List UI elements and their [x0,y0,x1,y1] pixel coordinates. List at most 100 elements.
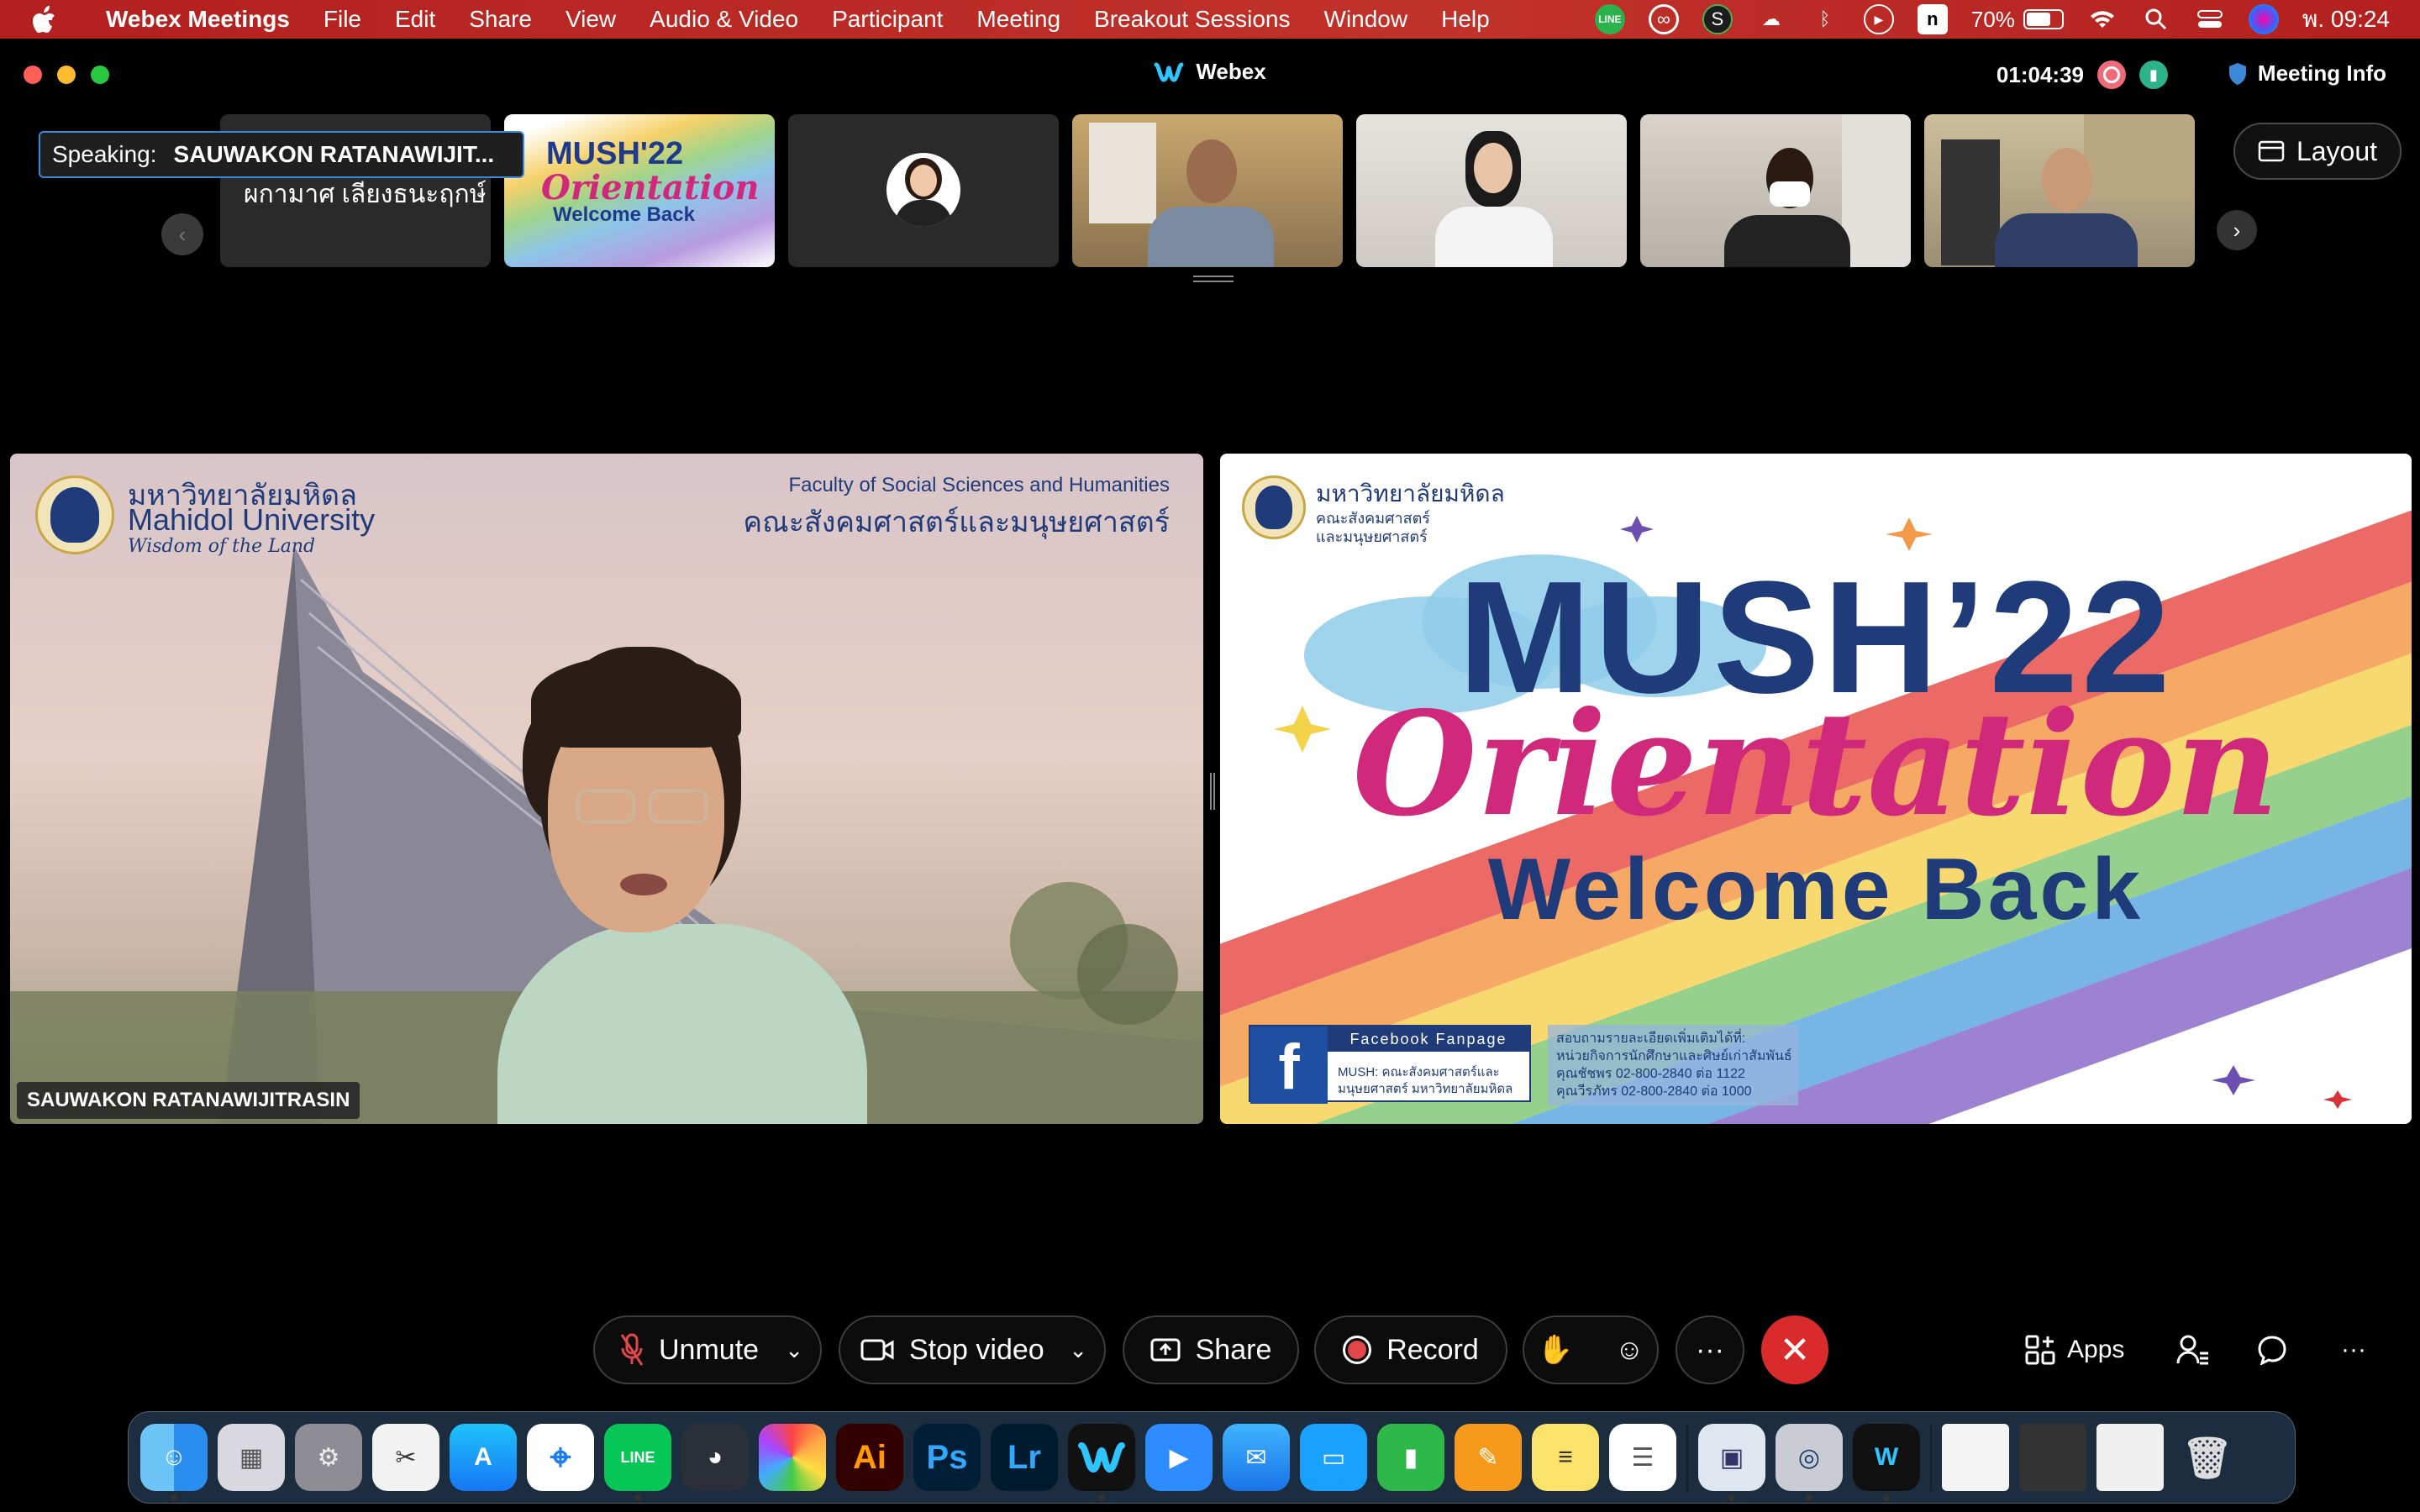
unmute-button[interactable]: Unmute ⌄ [593,1315,822,1384]
macos-dock: ☺ ▦ ⚙ ✂ A ⌖ LINE ◕ Ai Ps Lr ▶ ✉ ▭ ▮ ✎ ≡ … [128,1411,2296,1504]
reminders-icon[interactable]: ☰ [1609,1424,1676,1491]
illustrator-label: Ai [853,1438,886,1476]
apple-menu-icon[interactable] [0,5,89,34]
speaking-label: Speaking: [52,141,157,167]
notes-icon[interactable]: ≡ [1532,1424,1599,1491]
menu-breakout-sessions[interactable]: Breakout Sessions [1077,6,1307,33]
filmstrip-resize-handle[interactable] [1193,276,1234,282]
photoshop-label: Ps [926,1438,968,1476]
raise-hand-icon[interactable]: ✋ [1537,1333,1572,1367]
spotlight-search-icon[interactable] [2141,4,2171,34]
menu-audio-video[interactable]: Audio & Video [633,6,815,33]
photoshop-icon[interactable]: Ps [913,1424,981,1491]
meeting-info-button[interactable]: Meeting Info [2228,60,2386,87]
battery-indicator[interactable]: 70% [1971,7,2064,33]
system-preferences-icon[interactable]: ⚙ [295,1424,362,1491]
network-stats-icon[interactable]: ▮ [2139,60,2168,89]
participant-video-tile[interactable] [1072,114,1343,267]
launchpad-icon[interactable]: ▦ [218,1424,285,1491]
faculty-name-thai: คณะสังคมศาสตร์และมนุษยศาสตร์ [743,507,1170,538]
script-status-icon[interactable]: S [1702,4,1733,34]
play-status-icon[interactable]: ▶ [1863,4,1894,34]
participants-button[interactable] [2176,1315,2210,1384]
menu-clock[interactable]: พ. 09:24 [2302,1,2390,38]
meeting-timer: 01:04:39 ▮ [1996,60,2168,89]
keynote-icon[interactable]: ▭ [1300,1424,1367,1491]
numbers-icon[interactable]: ▮ [1377,1424,1444,1491]
emoji-reaction-icon[interactable]: ☺ [1615,1334,1644,1367]
line-status-icon[interactable]: LINE [1594,4,1625,34]
shared-content-tile[interactable]: MUSH'22 Orientation Welcome Back [504,114,775,267]
participant-video-tile[interactable] [1640,114,1911,267]
stop-video-button[interactable]: Stop video ⌄ [839,1315,1106,1384]
menu-help[interactable]: Help [1424,6,1507,33]
ai-app-icon[interactable]: ✂ [372,1424,439,1491]
quicktime-icon[interactable]: ◎ [1776,1424,1843,1501]
line-icon[interactable]: LINE [604,1424,671,1501]
battery-icon [2023,9,2064,29]
menu-file[interactable]: File [307,6,378,33]
participant-video-tile[interactable] [1356,114,1627,267]
record-button[interactable]: Record [1314,1315,1507,1384]
illustrator-icon[interactable]: Ai [836,1424,903,1491]
creative-cloud-icon[interactable]: ∞ [1648,4,1679,34]
photos-icon[interactable] [759,1424,826,1491]
speaker-video[interactable]: มหาวิทยาลัยมหิดล Mahidol University Wisd… [10,454,1203,1124]
faculty-seal-icon [1242,475,1306,539]
apps-label: Apps [2067,1336,2125,1363]
davinci-resolve-icon[interactable]: ◕ [681,1424,749,1491]
menu-share[interactable]: Share [452,6,549,33]
webex-meetings-icon[interactable]: W [1853,1424,1920,1501]
window-title-text: Webex [1196,59,1266,84]
minimized-window-thumb[interactable] [2019,1424,2086,1491]
chevron-down-icon[interactable]: ⌄ [1069,1337,1087,1363]
wifi-icon[interactable] [2087,4,2118,34]
dock-separator [1686,1424,1688,1491]
menu-participant[interactable]: Participant [815,6,960,33]
menu-window[interactable]: Window [1307,6,1425,33]
minimized-window-thumb[interactable] [2096,1424,2164,1491]
safari-icon[interactable]: ⌖ [527,1424,594,1491]
layout-button[interactable]: Layout [2233,123,2402,180]
overflow-menu-button[interactable]: ··· [2341,1315,2366,1384]
leave-meeting-button[interactable]: ✕ [1761,1315,1828,1384]
pages-icon[interactable]: ✎ [1455,1424,1522,1491]
bluetooth-icon[interactable]: ᛒ [1810,4,1840,34]
lightroom-icon[interactable]: Lr [991,1424,1058,1491]
record-label: Record [1386,1333,1479,1366]
finder-icon[interactable]: ☺ [140,1424,208,1501]
apps-button[interactable]: Apps [2025,1315,2124,1384]
preview-icon[interactable]: ▣ [1698,1424,1765,1501]
share-button[interactable]: Share [1123,1315,1299,1384]
faculty-name: Faculty of Social Sciences and Humanitie… [788,474,1170,496]
camera-icon [860,1339,894,1361]
filmstrip-next-button[interactable]: › [2217,210,2257,250]
recording-status-icon[interactable] [2097,60,2126,89]
mail-icon[interactable]: ✉ [1223,1424,1290,1491]
stage-resize-handle[interactable] [1210,773,1215,810]
slide-subtitle: Welcome Back [1487,841,2144,938]
facebook-icon: f [1250,1026,1328,1104]
notion-icon[interactable]: n [1917,4,1948,34]
filmstrip-prev-button[interactable]: ‹ [161,213,203,255]
app-store-icon[interactable]: A [450,1424,517,1491]
chevron-down-icon[interactable]: ⌄ [785,1337,803,1363]
share-screen-icon [1150,1338,1181,1362]
menu-view[interactable]: View [549,6,633,33]
chat-button[interactable] [2257,1315,2287,1384]
menu-edit[interactable]: Edit [378,6,452,33]
meeting-control-bar: Unmute ⌄ Stop video ⌄ Share Record ✋ ☺ ·… [0,1315,2420,1386]
menu-app-name[interactable]: Webex Meetings [89,6,307,33]
webex-icon[interactable] [1068,1424,1135,1501]
shared-content-view[interactable]: มหาวิทยาลัยมหิดล คณะสังคมศาสตร์ และมนุษย… [1220,454,2412,1124]
zoom-icon[interactable]: ▶ [1145,1424,1213,1491]
participant-tile[interactable] [788,114,1059,267]
menu-meeting[interactable]: Meeting [960,6,1077,33]
more-options-button[interactable]: ··· [1676,1315,1744,1384]
control-center-icon[interactable] [2195,4,2225,34]
trash-icon[interactable]: 🗑 [2174,1424,2241,1491]
minimized-window-thumb[interactable] [1942,1424,2009,1491]
participant-video-tile[interactable] [1924,114,2195,267]
cloud-icon[interactable]: ☁ [1756,4,1786,34]
siri-icon[interactable] [2248,4,2279,34]
